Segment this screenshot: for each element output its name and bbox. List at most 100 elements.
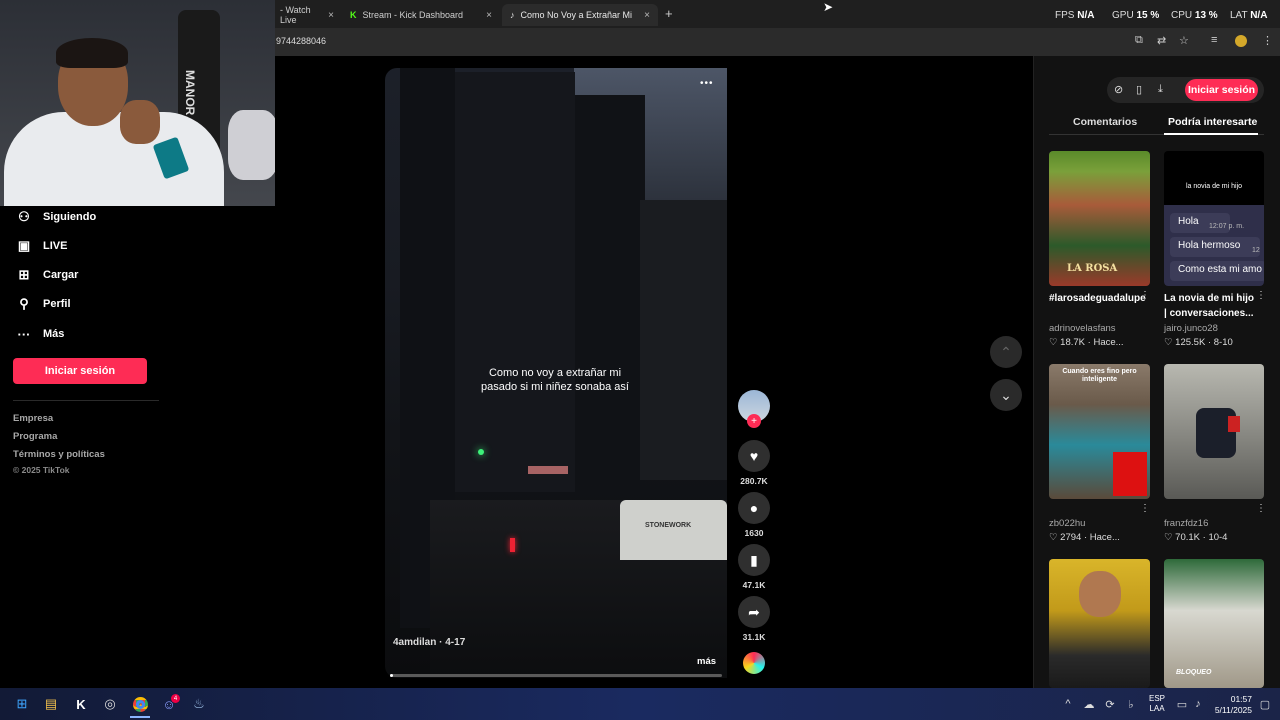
sidebar-item-perfil[interactable]: ⚲ Perfil [13, 294, 70, 314]
video-caption: Como no voy a extrañar mi pasado si mi n… [481, 367, 629, 393]
copyright: © 2025 TikTok [13, 465, 70, 475]
person-shirt [4, 112, 224, 206]
sidebar-item-cargar[interactable]: ⊞ Cargar [13, 265, 79, 285]
sidebar-item-mas[interactable]: ··· Más [13, 324, 65, 344]
language-indicator[interactable]: ESP LAA [1149, 694, 1165, 714]
webcam-overlay: MANOR [0, 0, 275, 206]
tab-podria-interesarte[interactable]: Podría interesarte [1168, 116, 1257, 128]
video-thumbnail[interactable] [1049, 559, 1150, 688]
heart-icon: ♡ [1049, 337, 1058, 348]
prev-video-button[interactable]: ⌃ [990, 336, 1022, 368]
footer-link-programa[interactable]: Programa [13, 431, 57, 442]
tab-label: Como No Voy a Extrañar Mi Ni... [520, 10, 633, 20]
lang-layout: LAA [1149, 704, 1165, 713]
more-icon: ··· [17, 326, 31, 342]
download-icon[interactable]: ⤓ [1158, 83, 1163, 96]
video-title[interactable]: #larosadeguadalupe [1049, 291, 1146, 306]
video-thumbnail[interactable] [1164, 364, 1264, 499]
video-user[interactable]: adrinovelasfans [1049, 323, 1116, 334]
close-icon[interactable]: × [644, 10, 650, 21]
share-button[interactable]: ➦ [738, 596, 770, 628]
active-app-indicator [130, 716, 150, 718]
building-right [575, 95, 645, 485]
chrome-icon[interactable] [130, 695, 150, 713]
microphone-icon[interactable]: ♭ [1121, 695, 1141, 713]
url-field[interactable]: 9744288046 [276, 36, 326, 46]
video-thumbnail[interactable]: Cuando eres fino pero inteligente [1049, 364, 1150, 499]
neon-sign [528, 466, 568, 474]
chat-bubble: Hola hermoso [1170, 237, 1260, 257]
header-login-button[interactable]: Iniciar sesión [1185, 79, 1258, 101]
browser-menu-icon[interactable]: ⋮ [1262, 34, 1273, 47]
new-tab-button[interactable]: + [665, 6, 673, 21]
van-sign: STONEWORK [645, 522, 692, 529]
volume-icon[interactable]: ♪ [1188, 695, 1208, 713]
footer-link-terminos[interactable]: Términos y políticas [13, 449, 105, 460]
more-options-icon[interactable]: ⋮ [1256, 290, 1266, 301]
video-thumbnail[interactable]: LA ROSA [1049, 151, 1150, 286]
login-button[interactable]: Iniciar sesión [13, 358, 147, 384]
bookmark-star-icon[interactable]: ☆ [1179, 34, 1189, 47]
reading-list-icon[interactable]: ≡ [1211, 34, 1217, 46]
music-disc-icon[interactable] [743, 652, 765, 674]
windows-start-icon[interactable]: ⊞ [12, 695, 32, 713]
thumb-text: BLOQUEO [1176, 669, 1212, 676]
video-user[interactable]: zb022hu [1049, 518, 1085, 529]
translate-icon[interactable]: ⇄ [1157, 34, 1166, 47]
video-user[interactable]: jairo.junco28 [1164, 323, 1218, 334]
more-options-icon[interactable]: ⋮ [1256, 503, 1266, 514]
kid-face [1079, 571, 1121, 617]
progress-bar[interactable] [390, 674, 722, 677]
chevron-up-icon[interactable]: ^ [1058, 695, 1078, 713]
comment-icon: ● [749, 500, 759, 516]
follow-plus-button[interactable]: + [747, 414, 761, 428]
profile-avatar[interactable] [1235, 35, 1247, 47]
video-thumbnail[interactable]: BLOQUEO [1164, 559, 1264, 688]
compass-icon[interactable]: ⊘ [1114, 83, 1123, 96]
next-video-button[interactable]: ⌄ [990, 379, 1022, 411]
profile-icon: ⚲ [19, 296, 29, 311]
tab-comentarios[interactable]: Comentarios [1073, 116, 1137, 128]
close-icon[interactable]: × [328, 10, 334, 21]
chevron-up-icon: ⌃ [1000, 343, 1012, 360]
sync-icon[interactable]: ⟳ [1100, 695, 1120, 713]
sidebar-item-label: Cargar [43, 269, 79, 281]
sidebar-item-live[interactable]: ▣ LIVE [13, 236, 68, 256]
video-user[interactable]: franzfdz16 [1164, 518, 1208, 529]
comment-count: 1630 [744, 528, 764, 538]
tiktok-logo-icon: ♪ [510, 10, 515, 20]
cloud-icon[interactable]: ☁ [1079, 695, 1099, 713]
heart-icon: ♡ [1049, 532, 1058, 543]
notification-icon[interactable]: ▢ [1255, 695, 1275, 713]
save-button[interactable]: ▮ [738, 544, 770, 576]
steam-icon[interactable]: ♨ [189, 695, 209, 713]
app-icon[interactable]: K [71, 695, 91, 713]
clock[interactable]: 01:57 5/11/2025 [1212, 694, 1252, 716]
obs-icon[interactable]: ◎ [100, 695, 120, 713]
sidebar-item-siguiendo[interactable]: ⚇ Siguiendo [13, 207, 96, 227]
video-author[interactable]: 4amdilan · 4-17 [393, 637, 465, 648]
red-box [1113, 452, 1147, 496]
like-button[interactable]: ♥ [738, 440, 770, 472]
share-count: 31.1K [742, 632, 766, 642]
heart-icon: ♡ [1164, 532, 1173, 543]
more-options-icon[interactable]: ⋮ [1140, 503, 1150, 514]
building-far-right [640, 200, 727, 480]
video-thumbnail[interactable]: la novia de mi hijo Hola 12:07 p. m. Hol… [1164, 151, 1264, 286]
comment-button[interactable]: ● [738, 492, 770, 524]
video-menu-button[interactable]: ••• [700, 78, 714, 89]
progress-fill [390, 674, 394, 677]
video-title[interactable]: La novia de mi hijo | conversaciones... [1164, 291, 1256, 321]
mobile-icon[interactable]: ▯ [1136, 83, 1142, 96]
close-icon[interactable]: × [486, 10, 492, 21]
more-options-icon[interactable]: ⋮ [1140, 290, 1150, 301]
tab-kick-dashboard[interactable]: K Stream - Kick Dashboard × [342, 4, 500, 26]
file-explorer-icon[interactable]: ▤ [41, 695, 61, 713]
tab-tiktok-video[interactable]: ♪ Como No Voy a Extrañar Mi Ni... × [502, 4, 658, 26]
cast-icon[interactable]: ⧉ [1135, 34, 1143, 47]
footer-link-empresa[interactable]: Empresa [13, 413, 53, 424]
tab-watch-live[interactable]: - Watch Live × [272, 4, 342, 26]
sidebar-item-label: LIVE [43, 240, 68, 252]
more-link[interactable]: más [697, 656, 716, 667]
clock-date: 5/11/2025 [1214, 705, 1252, 715]
